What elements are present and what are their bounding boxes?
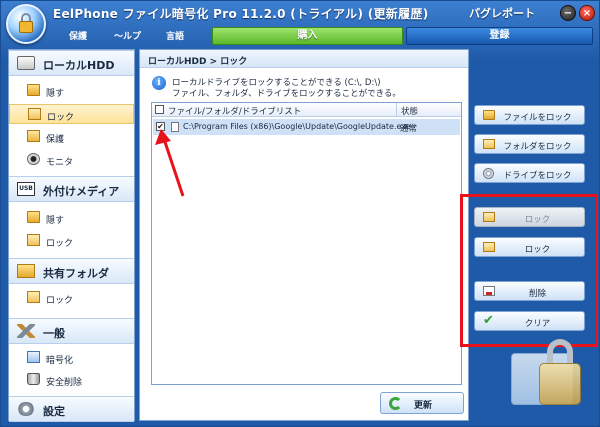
sidebar-section-settings[interactable]: 設定 <box>9 396 134 422</box>
lock-file-button[interactable]: ファイルをロック <box>474 105 585 125</box>
title-bar: EelPhone ファイル暗号化 Pro 11.2.0 (トライアル) (更新履… <box>1 1 600 44</box>
annotation-highlight-box <box>460 194 598 347</box>
sidebar-item-hdd-lock[interactable]: ロック <box>9 104 134 124</box>
folder-hide-icon <box>27 211 40 223</box>
trash-icon <box>27 373 40 385</box>
sidebar-item-secure-delete[interactable]: 安全削除 <box>9 370 134 390</box>
table-row[interactable]: ✔ C:\Program Files (x86)\Google\Update\G… <box>153 119 460 135</box>
close-button[interactable]: × <box>579 5 595 21</box>
camera-icon <box>27 153 40 165</box>
sidebar-item-usb-lock[interactable]: ロック <box>9 231 134 251</box>
menu-protect[interactable]: 保護 <box>69 29 87 42</box>
select-all-checkbox[interactable] <box>155 105 164 114</box>
encrypt-icon <box>27 351 40 363</box>
sidebar-item-hdd-protect[interactable]: 保護 <box>9 127 134 147</box>
refresh-button[interactable]: 更新 <box>380 392 464 414</box>
row-path: C:\Program Files (x86)\Google\Update\Goo… <box>183 122 411 131</box>
file-list-table: ファイル/フォルダ/ドライブリスト 状態 ✔ C:\Program Files … <box>151 102 462 385</box>
folder-lock-icon <box>28 108 41 120</box>
sidebar-item-usb-hide[interactable]: 隠す <box>9 208 134 228</box>
sidebar-section-local-hdd[interactable]: ローカルHDD <box>9 50 134 76</box>
background-lock-icon <box>511 331 591 416</box>
minimize-button[interactable]: − <box>560 5 576 21</box>
annotation-arrow <box>155 129 185 197</box>
folder-protect-icon <box>27 130 40 142</box>
sidebar-item-hdd-monitor[interactable]: モニタ <box>9 150 134 170</box>
shared-folder-icon <box>17 264 35 278</box>
folder-lock-icon <box>27 234 40 246</box>
tools-icon <box>17 324 35 338</box>
folder-lock-icon <box>27 291 40 303</box>
register-button[interactable]: 登録 <box>406 27 593 45</box>
gear-icon <box>17 402 35 416</box>
menu-language[interactable]: 言語 <box>166 29 184 42</box>
sidebar-section-general[interactable]: 一般 <box>9 318 134 344</box>
lock-folder-button[interactable]: フォルダをロック <box>474 134 585 154</box>
column-header-status[interactable]: 状態 <box>401 105 418 117</box>
buy-button[interactable]: 購入 <box>212 27 403 45</box>
sidebar: ローカルHDD 隠す ロック 保護 モニタ USB 外付けメディア 隠す ロック… <box>8 49 135 422</box>
menu-help[interactable]: 〜ルプ <box>114 29 141 42</box>
table-header: ファイル/フォルダ/ドライブリスト 状態 <box>152 103 461 117</box>
sidebar-section-shared-folder[interactable]: 共有フォルダ <box>9 258 134 284</box>
app-logo-icon <box>6 4 46 44</box>
sidebar-section-external-media[interactable]: USB 外付けメディア <box>9 176 134 202</box>
info-icon: i <box>152 76 166 90</box>
info-text-2: ファイル、フォルダ、ドライブをロックすることができる。 <box>172 89 401 99</box>
refresh-icon <box>389 397 402 410</box>
hdd-icon <box>17 56 35 70</box>
sidebar-item-encrypt[interactable]: 暗号化 <box>9 348 134 368</box>
breadcrumb: ローカルHDD > ロック <box>140 50 468 68</box>
window-title: EelPhone ファイル暗号化 Pro 11.2.0 (トライアル) (更新履… <box>53 7 429 21</box>
usb-icon: USB <box>17 182 35 196</box>
row-status: 通常 <box>400 124 418 134</box>
lock-drive-button[interactable]: ドライブをロック <box>474 163 585 183</box>
app-window: EelPhone ファイル暗号化 Pro 11.2.0 (トライアル) (更新履… <box>0 0 600 427</box>
main-panel: ローカルHDD > ロック i ローカルドライブをロックすることができる (C:… <box>139 49 469 421</box>
sidebar-item-shared-lock[interactable]: ロック <box>9 288 134 308</box>
column-header-path[interactable]: ファイル/フォルダ/ドライブリスト <box>168 105 301 117</box>
sidebar-item-hdd-hide[interactable]: 隠す <box>9 81 134 101</box>
register-link[interactable]: パグレポート <box>469 5 535 21</box>
folder-hide-icon <box>27 84 40 96</box>
